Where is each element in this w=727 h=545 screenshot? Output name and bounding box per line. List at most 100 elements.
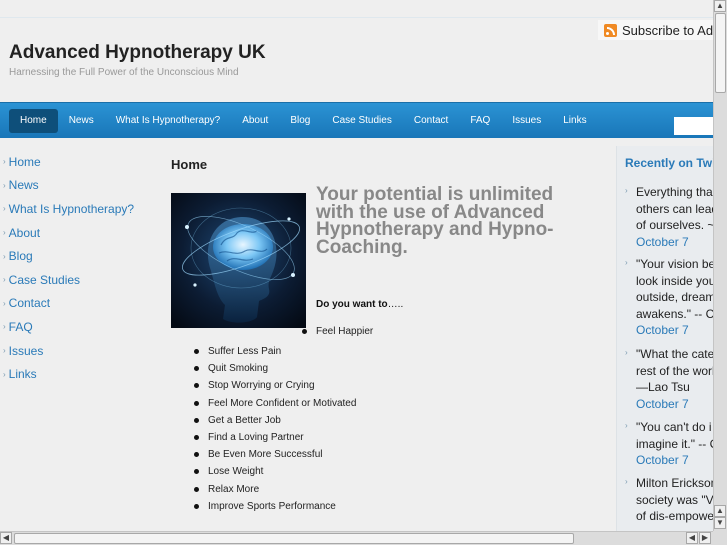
list-item-label: Quit Smoking [208, 363, 269, 375]
nav-item-what-is-hypnotherapy[interactable]: What Is Hypnotherapy? [105, 109, 232, 133]
sidebar-item-issues[interactable]: › Issues [3, 339, 134, 363]
subscribe-link[interactable]: Subscribe to Adv [598, 20, 713, 40]
tweet-text-line: outside, dream [636, 290, 713, 304]
tweet-text-line: look inside you [636, 273, 713, 288]
horizontal-scroll-thumb[interactable] [14, 533, 574, 544]
bullet-dot-icon [302, 329, 307, 334]
tweet-date-link[interactable]: October 7 [636, 322, 689, 339]
list-item: Feel Happier [302, 326, 373, 337]
tweet-text-line: others can lead [636, 201, 713, 216]
bullet-dot-icon [194, 400, 199, 406]
twitter-widget: Recently on Twi › Everything tha others … [616, 146, 713, 531]
tweet-date-link[interactable]: October 7 [636, 234, 689, 251]
tweet-text-line: of ourselves. ~ [636, 218, 713, 232]
sidebar-item-blog[interactable]: › Blog [3, 244, 134, 268]
tweet-text-line: rest of the worl [636, 363, 713, 378]
bullet-dot-icon [194, 417, 199, 423]
top-divider [0, 17, 713, 18]
sidebar-item-links[interactable]: › Links [3, 362, 134, 386]
chevron-right-icon: › [3, 157, 6, 167]
nav-item-links[interactable]: Links [552, 109, 597, 133]
tweet-text-line: "You can't do i [636, 420, 712, 434]
scroll-down-arrow-icon[interactable]: ▲ [714, 505, 726, 517]
list-item: Lose Weight [194, 463, 356, 480]
nav-item-home[interactable]: Home [9, 109, 58, 133]
nav-item-faq[interactable]: FAQ [459, 109, 501, 133]
vertical-scrollbar[interactable]: ▲ ▲ ▼ [713, 0, 727, 531]
list-item-label: Get a Better Job [208, 414, 281, 426]
tweet-text-line: society was "V [636, 492, 713, 507]
chevron-right-icon: › [3, 298, 6, 308]
chevron-right-icon: › [3, 275, 6, 285]
sidebar-item-label: FAQ [8, 319, 33, 334]
bullet-dot-icon [194, 349, 199, 355]
tweet-text-line: "Your vision be [636, 257, 713, 271]
list-item-label: Suffer Less Pain [208, 346, 282, 358]
chevron-right-icon: › [625, 477, 628, 486]
sidebar-item-label: About [8, 225, 41, 240]
sidebar-item-label: Home [8, 154, 41, 169]
scrollbar-corner [713, 531, 727, 545]
list-item-label: Find a Loving Partner [208, 432, 304, 444]
list-item: Find a Loving Partner [194, 429, 356, 446]
site-title[interactable]: Advanced Hypnotherapy UK [9, 42, 266, 64]
list-item: Stop Worrying or Crying [194, 377, 356, 394]
bullet-dot-icon [194, 435, 199, 441]
scroll-up-arrow-icon[interactable]: ▲ [714, 0, 726, 12]
sidebar-item-faq[interactable]: › FAQ [3, 315, 134, 339]
nav-item-contact[interactable]: Contact [403, 109, 459, 133]
tweet-text-line: awakens." -- C [636, 306, 713, 321]
scroll-right-arrow-icon[interactable]: ▶ [699, 532, 711, 544]
list-item: Quit Smoking [194, 360, 356, 377]
list-item: Relax More [194, 481, 356, 498]
list-item-label: Relax More [208, 483, 260, 495]
scroll-left-arrow-icon[interactable]: ◀ [686, 532, 698, 544]
horizontal-scrollbar[interactable]: ◀ ◀ ▶ [0, 531, 713, 545]
sidebar-item-label: Issues [8, 343, 44, 358]
list-item-label: Stop Worrying or Crying [208, 380, 315, 392]
sidebar-item-label: News [8, 178, 39, 193]
list-item: Suffer Less Pain [194, 343, 356, 360]
list-item-label: Be Even More Successful [208, 449, 323, 461]
bullet-dot-icon [194, 503, 199, 509]
chevron-right-icon: › [3, 204, 6, 214]
tweet-text-line: —Lao Tsu [636, 380, 690, 394]
list-item-label: Feel Happier [316, 326, 374, 337]
sidebar-item-what-is-hypnotherapy[interactable]: › What Is Hypnotherapy? [3, 197, 134, 221]
chevron-right-icon: › [3, 369, 6, 379]
nav-item-blog[interactable]: Blog [279, 109, 321, 133]
vertical-scroll-thumb[interactable] [715, 13, 726, 93]
nav-item-news[interactable]: News [58, 109, 105, 133]
sidebar-item-case-studies[interactable]: › Case Studies [3, 268, 134, 292]
chevron-right-icon: › [625, 186, 628, 195]
scroll-left-arrow-icon[interactable]: ◀ [0, 532, 12, 544]
chevron-right-icon: › [3, 346, 6, 356]
sidebar-item-news[interactable]: › News [3, 174, 134, 198]
list-item: Be Even More Successful [194, 446, 356, 463]
bullet-dot-icon [194, 452, 199, 458]
sidebar-item-about[interactable]: › About [3, 221, 134, 245]
tweet-text-line: of dis-empowe [636, 509, 713, 523]
list-item: Improve Sports Performance [194, 498, 356, 515]
nav-item-about[interactable]: About [231, 109, 279, 133]
sidebar-pages-menu: › Home › News › What Is Hypnotherapy? › Abou… [3, 150, 134, 386]
sidebar-item-label: Case Studies [8, 272, 81, 287]
sidebar-item-label: What Is Hypnotherapy? [8, 201, 135, 216]
tweet-text-line: "What the cate [636, 347, 713, 361]
nav-item-issues[interactable]: Issues [501, 109, 552, 133]
site-tagline: Harnessing the Full Power of the Unconsc… [9, 67, 239, 78]
sidebar-item-home[interactable]: › Home [3, 150, 134, 174]
scroll-down-arrow-icon[interactable]: ▼ [714, 517, 726, 529]
search-input[interactable] [674, 117, 713, 135]
benefits-list: Suffer Less Pain Quit Smoking Stop Worry… [194, 343, 356, 515]
glowing-brain-image [171, 193, 306, 328]
tweet-date-link[interactable]: October 7 [636, 396, 689, 413]
tweet-date-link[interactable]: October 7 [636, 452, 689, 469]
nav-item-case-studies[interactable]: Case Studies [321, 109, 402, 133]
list-item: Feel More Confident or Motivated [194, 395, 356, 412]
sidebar-item-contact[interactable]: › Contact [3, 292, 134, 316]
chevron-right-icon: › [625, 348, 628, 357]
sidebar-item-label: Links [8, 367, 37, 382]
chevron-right-icon: › [3, 322, 6, 332]
browser-viewport: Subscribe to Adv Advanced Hypnotherapy U… [0, 0, 713, 531]
